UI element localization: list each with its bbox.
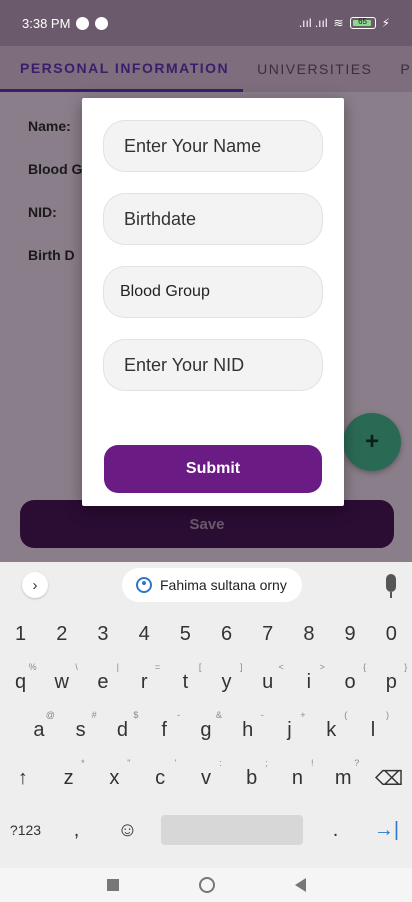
status-time: 3:38 PM [22,15,71,31]
key-1[interactable]: 1 [3,616,39,652]
key-5[interactable]: 5 [167,616,203,652]
key-n[interactable]: n! [279,758,315,796]
battery-level: 65 [358,17,368,26]
status-right: .ııl .ııl ≋ 65 ⚡ [299,16,390,30]
add-info-dialog: Enter Your Name Birthdate Blood Group En… [82,98,344,506]
expand-chevron-icon[interactable]: › [22,572,48,598]
name-label: Name: [28,118,71,134]
key-3[interactable]: 3 [85,616,121,652]
suggestion-text: Fahima sultana orny [160,577,287,593]
key-x[interactable]: x " [96,758,132,796]
key-b[interactable]: b; [234,758,270,796]
charging-icon: ⚡ [381,16,390,30]
battery-icon: 65 [349,17,376,29]
key-v[interactable]: v: [188,758,224,796]
status-bar: 3:38 PM .ııl .ııl ≋ 65 ⚡ [0,0,412,46]
enter-key[interactable]: →| [369,812,405,848]
key-7[interactable]: 7 [250,616,286,652]
key-f[interactable]: f- [146,710,182,748]
microphone-icon[interactable] [386,574,396,598]
autofill-suggestion[interactable]: Fahima sultana orny [122,568,302,602]
shift-key[interactable]: ↑ [5,760,41,796]
key-4[interactable]: 4 [126,616,162,652]
home-icon[interactable] [198,877,215,893]
back-icon[interactable] [294,878,306,892]
number-row: 1234567890 [0,616,412,652]
key-s[interactable]: s # [63,710,99,748]
save-button[interactable]: Save [20,500,394,548]
recents-icon[interactable] [106,879,119,891]
blood-group-input[interactable]: Blood Group [103,266,323,318]
nid-label: NID: [28,204,57,220]
key-u[interactable]: u < [250,662,286,700]
tab-photos[interactable]: PHO [386,61,412,77]
key-l[interactable]: l) [355,710,391,748]
keyboard-bottom-row: ?123 , ☺ . →| [0,812,412,848]
period-key[interactable]: . [318,812,354,848]
signal-icon: .ııl .ııl [298,16,328,30]
add-fab-button[interactable]: + [343,413,401,471]
key-t[interactable]: t[ [167,662,203,700]
key-a[interactable]: a @ [21,710,57,748]
key-8[interactable]: 8 [291,616,327,652]
notification-icon [76,16,90,30]
blood-group-label: Blood G [28,161,83,177]
key-g[interactable]: g & [188,710,224,748]
key-2[interactable]: 2 [44,616,80,652]
key-i[interactable]: i > [291,662,327,700]
key-p[interactable]: p} [373,662,409,700]
person-icon [136,577,152,593]
key-m[interactable]: m? [325,758,361,796]
birth-date-label: Birth D [28,247,75,263]
submit-button[interactable]: Submit [104,445,322,493]
key-y[interactable]: y] [209,662,245,700]
key-6[interactable]: 6 [209,616,245,652]
key-k[interactable]: k( [313,710,349,748]
key-e[interactable]: e | [85,662,121,700]
emoji-icon[interactable]: ☺ [110,812,146,848]
plus-icon: + [364,428,379,455]
key-o[interactable]: o{ [332,662,368,700]
suggestion-bar: › Fahima sultana orny [0,562,412,608]
nid-input[interactable]: Enter Your NID [103,339,323,391]
key-d[interactable]: d $ [104,710,140,748]
space-bar[interactable] [160,815,303,845]
key-c[interactable]: c ' [142,758,178,796]
key-w[interactable]: w \ [44,662,80,700]
keyboard-row-2: a @ s # d $ f - g & h - j + k(l) [0,710,412,748]
birthdate-input[interactable]: Birthdate [103,193,323,245]
key-j[interactable]: j + [271,710,307,748]
key-r[interactable]: r = [126,662,162,700]
status-left: 3:38 PM [22,15,109,31]
key-0[interactable]: 0 [373,616,409,652]
notification-icon-2 [95,16,109,30]
key-9[interactable]: 9 [332,616,368,652]
keyboard-row-3: ↑ z * x " c ' v: b; n! m? ⌫ [0,758,412,796]
soft-keyboard: › Fahima sultana orny 1234567890 q% w \ e | r… [0,562,412,868]
symbols-key[interactable]: ?123 [8,812,44,848]
keyboard-row-1: q% w \ e | r = t[y] u < i > o{p} [0,662,412,700]
system-nav-bar [0,868,412,902]
backspace-key[interactable]: ⌫ [371,760,407,796]
key-q[interactable]: q% [3,662,39,700]
tab-universities[interactable]: UNIVERSITIES [243,61,386,77]
tab-personal-information[interactable]: PERSONAL INFORMATION [0,46,244,92]
comma-key[interactable]: , [59,812,95,848]
key-h[interactable]: h- [230,710,266,748]
tab-bar: PERSONAL INFORMATION UNIVERSITIES PHO [0,46,412,92]
wifi-icon: ≋ [333,16,344,30]
key-z[interactable]: z * [51,758,87,796]
name-input[interactable]: Enter Your Name [103,120,323,172]
